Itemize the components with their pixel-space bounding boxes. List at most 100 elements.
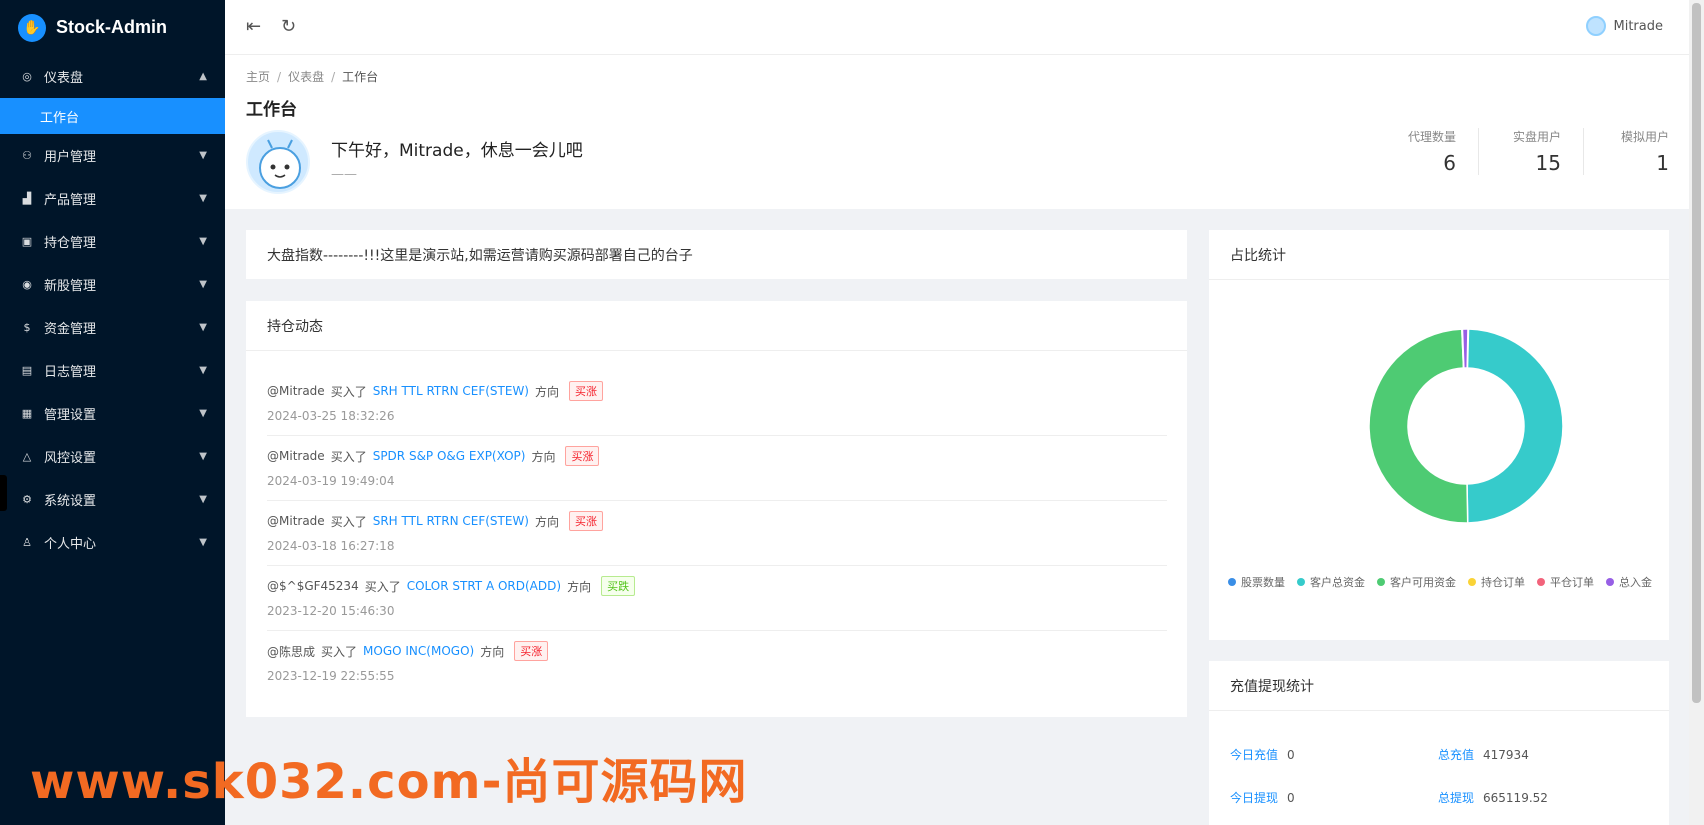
breadcrumb-current: 工作台 [342,70,379,84]
welcome-avatar [246,130,310,194]
position-feed-card: 持仓动态 @Mitrade 买入了 SRH TTL RTRN CEF(STEW) 方向… [246,301,1187,717]
gear-icon: ⚙ [22,493,32,506]
pie-slice-1[interactable] [1466,328,1564,524]
sidebar-drag-handle[interactable] [0,475,7,511]
legend-item[interactable]: 客户总资金 [1297,574,1365,590]
feed-list: @Mitrade 买入了 SRH TTL RTRN CEF(STEW) 方向 买涨 202… [246,351,1187,696]
recharge-stat-value: 0 [1287,791,1295,805]
feed-action: 买入了 [330,514,367,529]
menu-fold-icon[interactable]: ⇤ [246,16,261,37]
welcome-subtext: —— [331,167,357,182]
sidebar-subitem-workbench[interactable]: 工作台 [0,98,225,134]
sidebar-item-1[interactable]: ⚇ 用户管理 ▼ [0,134,225,177]
pie-slice-2[interactable] [1368,328,1469,524]
feed-direction-label: 方向 [535,384,560,399]
legend-label: 总入金 [1619,576,1652,589]
recharge-row: 今日充值 0 总充值 417934 [1230,746,1650,789]
recharge-stat-value: 665119.52 [1483,791,1548,805]
logo-icon: ✋ [18,13,46,42]
feed-stock-link[interactable]: SRH TTL RTRN CEF(STEW) [373,514,529,528]
recharge-stat-label[interactable]: 总充值 [1438,748,1474,762]
feed-user: @陈思成 [267,644,316,659]
page-scrollbar[interactable] [1689,0,1704,825]
sidebar-item-7[interactable]: ▦ 管理设置 ▼ [0,392,225,435]
recharge-stat-label[interactable]: 总提现 [1438,791,1474,805]
breadcrumb-dashboard[interactable]: 仪表盘 [288,70,324,84]
sidebar-item-6[interactable]: ▤ 日志管理 ▼ [0,349,225,392]
sidebar-item-2[interactable]: ▟ 产品管理 ▼ [0,177,225,220]
legend-swatch [1606,578,1614,586]
position-icon: ▣ [21,235,33,248]
stat-2: 模拟用户 1 [1584,128,1669,175]
direction-tag: 买涨 [514,641,549,661]
sidebar-item-label: 新股管理 [44,279,97,294]
legend-item[interactable]: 客户可用资金 [1377,574,1456,590]
stat-label: 模拟用户 [1620,130,1669,144]
chevron-down-icon: ▼ [199,408,207,419]
sidebar-item-label: 仪表盘 [44,71,84,86]
recharge-row: 今日提现 0 总提现 665119.52 [1230,789,1650,825]
chart-icon: ▟ [22,192,32,205]
stat-label: 实盘用户 [1512,130,1561,144]
recharge-stat-label[interactable]: 今日充值 [1230,748,1278,762]
feed-action: 买入了 [364,579,401,594]
feed-user: @Mitrade [267,449,325,463]
legend-label: 股票数量 [1241,576,1285,589]
legend-swatch [1468,578,1476,586]
chevron-down-icon: ▼ [199,365,207,376]
feed-time: 2023-12-20 15:46:30 [267,604,395,618]
sidebar-item-10[interactable]: ♙ 个人中心 ▼ [0,521,225,564]
feed-item: @Mitrade 买入了 SPDR S&P O&G EXP(XOP) 方向 买涨 2024… [267,436,1167,501]
recharge-stat-value: 0 [1287,748,1295,762]
feed-stock-link[interactable]: MOGO INC(MOGO) [363,644,474,658]
page-header: 主页 / 仪表盘 / 工作台 工作台 下午好，Mitrade，休息一会儿吧 —— 代理数… [225,55,1689,209]
app-name: Stock-Admin [56,17,168,37]
feed-action: 买入了 [330,449,367,464]
logo[interactable]: ✋ Stock-Admin [0,0,225,55]
sidebar-item-8[interactable]: △ 风控设置 ▼ [0,435,225,478]
user-menu[interactable]: Mitrade [1585,16,1664,36]
recharge-stat-label[interactable]: 今日提现 [1230,791,1278,805]
watermark: www.sk032.com-尚可源码网 [30,754,748,810]
chevron-down-icon: ▼ [199,537,207,548]
direction-tag: 买涨 [565,446,600,466]
legend-item[interactable]: 总入金 [1606,574,1652,590]
stat-value: 15 [1535,151,1561,175]
feed-time: 2024-03-19 19:49:04 [267,474,395,488]
feed-item: @Mitrade 买入了 SRH TTL RTRN CEF(STEW) 方向 买涨 202… [267,371,1167,436]
stat-value: 6 [1443,151,1456,175]
feed-title: 持仓动态 [246,301,1187,351]
legend-swatch [1228,578,1236,586]
pie-slice-5[interactable] [1461,328,1469,369]
scrollbar-thumb[interactable] [1692,3,1701,703]
feed-stock-link[interactable]: SRH TTL RTRN CEF(STEW) [373,384,529,398]
username: Mitrade [1613,18,1664,34]
sidebar-item-label: 持仓管理 [44,236,97,251]
legend-item[interactable]: 持仓订单 [1468,574,1525,590]
legend-item[interactable]: 平仓订单 [1537,574,1594,590]
recharge-title: 充值提现统计 [1209,661,1669,711]
settings-panel-icon: ▦ [21,407,33,420]
sidebar-item-0[interactable]: ◎ 仪表盘 ▲ [0,55,225,98]
sidebar-item-4[interactable]: ◉ 新股管理 ▼ [0,263,225,306]
feed-user: @Mitrade [267,384,325,398]
legend-swatch [1537,578,1545,586]
legend-item[interactable]: 股票数量 [1228,574,1285,590]
refresh-icon[interactable]: ↻ [281,16,296,37]
money-icon: $ [23,321,31,334]
feed-stock-link[interactable]: SPDR S&P O&G EXP(XOP) [373,449,526,463]
ratio-title: 占比统计 [1209,230,1669,280]
log-icon: ▤ [21,364,33,377]
chevron-down-icon: ▼ [199,150,207,161]
stats-group: 代理数量 6 实盘用户 15 模拟用户 1 [1374,128,1669,175]
breadcrumb-home[interactable]: 主页 [246,70,270,84]
recharge-stat: 总充值 417934 [1438,746,1646,763]
notice-text: 大盘指数--------!!!这里是演示站,如需运营请购买源码部署自己的台子 [267,247,693,264]
feed-stock-link[interactable]: COLOR STRT A ORD(ADD) [407,579,561,593]
sidebar-item-9[interactable]: ⚙ 系统设置 ▼ [0,478,225,521]
sidebar-item-3[interactable]: ▣ 持仓管理 ▼ [0,220,225,263]
chevron-up-icon: ▲ [199,71,207,82]
sidebar-item-5[interactable]: $ 资金管理 ▼ [0,306,225,349]
feed-direction-label: 方向 [567,579,592,594]
chevron-down-icon: ▼ [199,236,207,247]
